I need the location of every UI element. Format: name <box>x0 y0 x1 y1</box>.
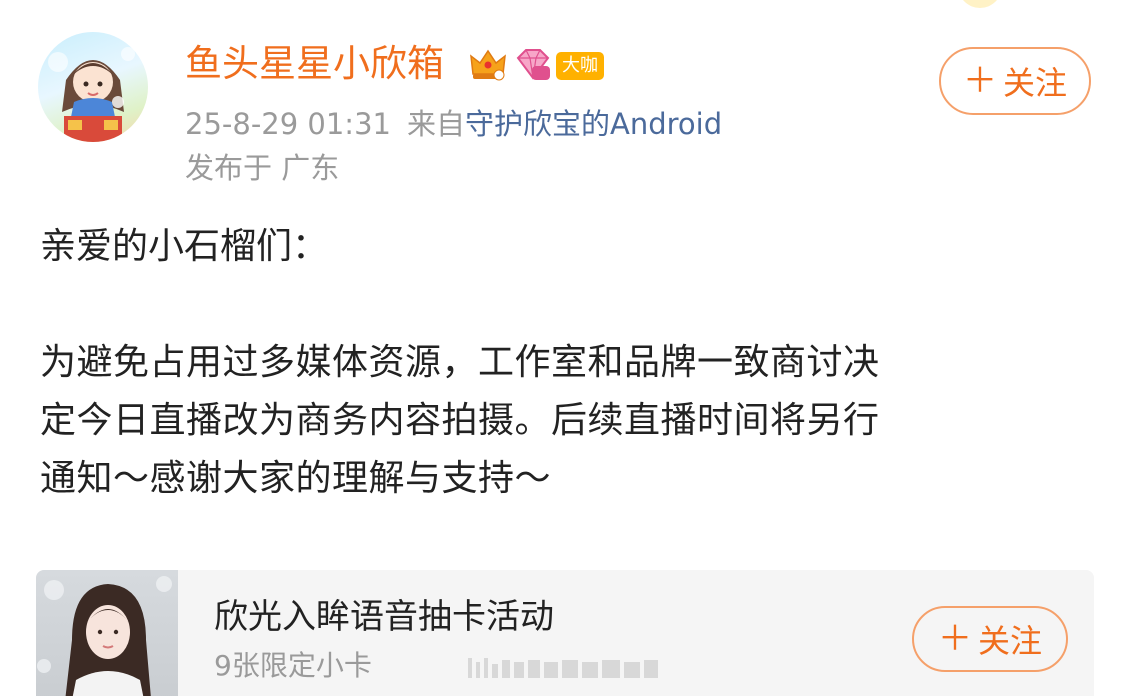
card-follow-button[interactable]: ＋ 关注 <box>912 606 1068 672</box>
post-meta: 25-8-29 01:31 来自守护欣宝的Android <box>185 104 722 144</box>
avatar-illustration <box>48 47 135 142</box>
post-text-line-3: 通知～感谢大家的理解与支持～ <box>40 458 552 499</box>
vip-badge[interactable]: 大咖 <box>556 52 604 80</box>
topic-card-title[interactable]: 欣光入眸语音抽卡活动 <box>214 594 554 640</box>
watermark-pattern <box>468 658 658 678</box>
plus-icon: ＋ <box>962 61 997 101</box>
post-body: 亲爱的小石榴们： 为避免占用过多媒体资源，工作室和品牌一致商讨决 定今日直播改为… <box>40 218 1090 508</box>
follow-button[interactable]: ＋ 关注 <box>939 47 1091 115</box>
card-follow-button-label: 关注 <box>977 622 1042 660</box>
weibo-post-page: 鱼头星星小欣箱 大咖 25-8-29 01:31 来自守护欣宝的Android 发… <box>0 0 1130 696</box>
post-text-line-1: 为避免占用过多媒体资源，工作室和品牌一致商讨决 <box>40 342 880 383</box>
post-location: 发布于 广东 <box>185 151 340 185</box>
post-timestamp: 25-8-29 01:31 <box>185 107 391 141</box>
gem-icon[interactable] <box>512 46 552 86</box>
topic-card-subtitle: 9张限定小卡 <box>214 649 372 682</box>
crown-icon[interactable] <box>468 46 508 86</box>
user-badges: 大咖 <box>468 46 604 86</box>
topic-card-thumbnail <box>36 570 178 696</box>
decorative-blob <box>958 0 1002 8</box>
post-greeting: 亲爱的小石榴们： <box>40 226 329 267</box>
follow-button-label: 关注 <box>1002 64 1067 102</box>
author-name[interactable]: 鱼头星星小欣箱 <box>185 38 444 90</box>
post-text-line-2: 定今日直播改为商务内容拍摄。后续直播时间将另行 <box>40 400 880 441</box>
source-prefix: 来自 <box>406 107 465 141</box>
avatar[interactable] <box>38 32 148 142</box>
plus-icon: ＋ <box>937 619 972 659</box>
source-link[interactable]: 守护欣宝的Android <box>465 107 722 141</box>
